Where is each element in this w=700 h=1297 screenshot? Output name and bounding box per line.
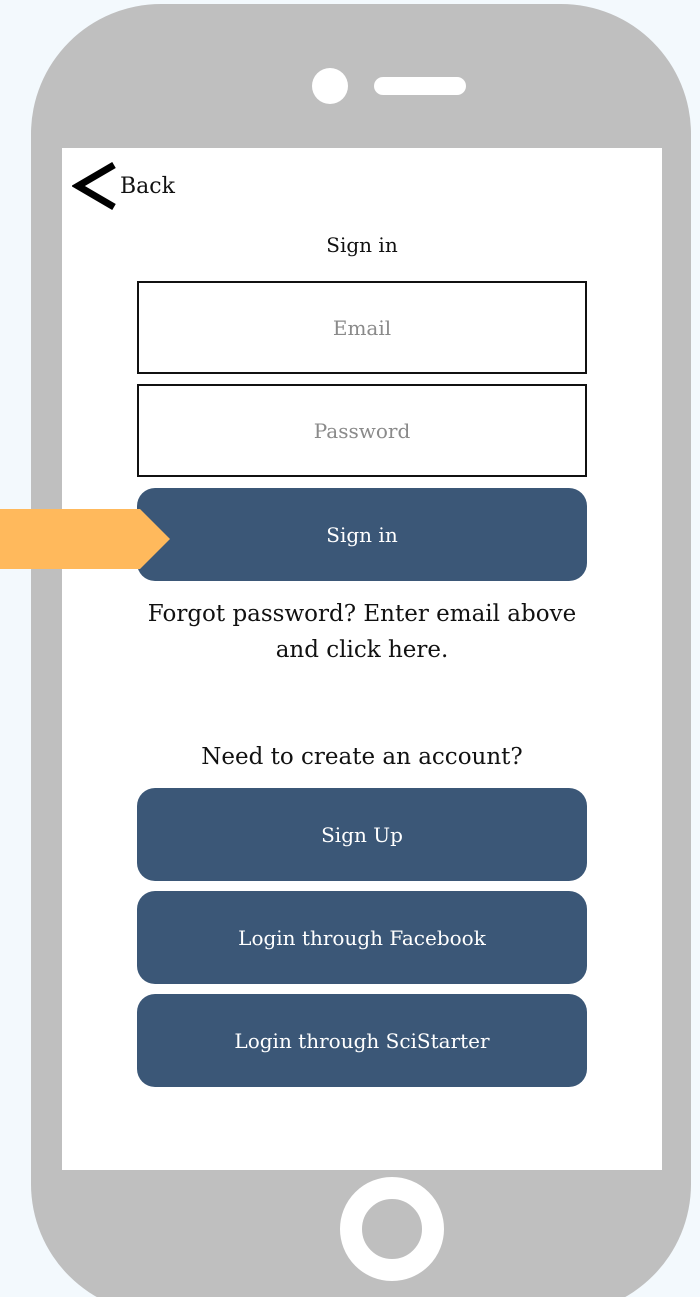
arrow-right-icon xyxy=(0,509,170,569)
email-field[interactable] xyxy=(137,281,587,374)
password-input[interactable] xyxy=(139,385,585,476)
forgot-password-link[interactable]: Forgot password? Enter email above and c… xyxy=(137,596,587,668)
camera-icon xyxy=(312,68,348,104)
sign-up-button[interactable]: Sign Up xyxy=(137,788,587,881)
back-button[interactable]: Back xyxy=(72,162,175,210)
back-label: Back xyxy=(120,174,175,199)
scistarter-login-button[interactable]: Login through SciStarter xyxy=(137,994,587,1087)
facebook-login-button[interactable]: Login through Facebook xyxy=(137,891,587,984)
scistarter-login-label: Login through SciStarter xyxy=(234,1028,490,1053)
sign-in-button[interactable]: Sign in xyxy=(137,488,587,581)
password-field[interactable] xyxy=(137,384,587,477)
chevron-left-icon xyxy=(72,162,116,210)
facebook-login-label: Login through Facebook xyxy=(238,925,486,950)
speaker-icon xyxy=(374,77,466,95)
page-title: Sign in xyxy=(326,233,398,257)
home-button[interactable] xyxy=(340,1177,444,1281)
create-account-prompt: Need to create an account? xyxy=(201,744,523,770)
sign-up-button-label: Sign Up xyxy=(321,822,403,847)
page: Back Sign in Sign in Forgot password? En… xyxy=(0,0,700,1297)
sign-in-button-label: Sign in xyxy=(326,522,398,547)
email-input[interactable] xyxy=(139,282,585,373)
